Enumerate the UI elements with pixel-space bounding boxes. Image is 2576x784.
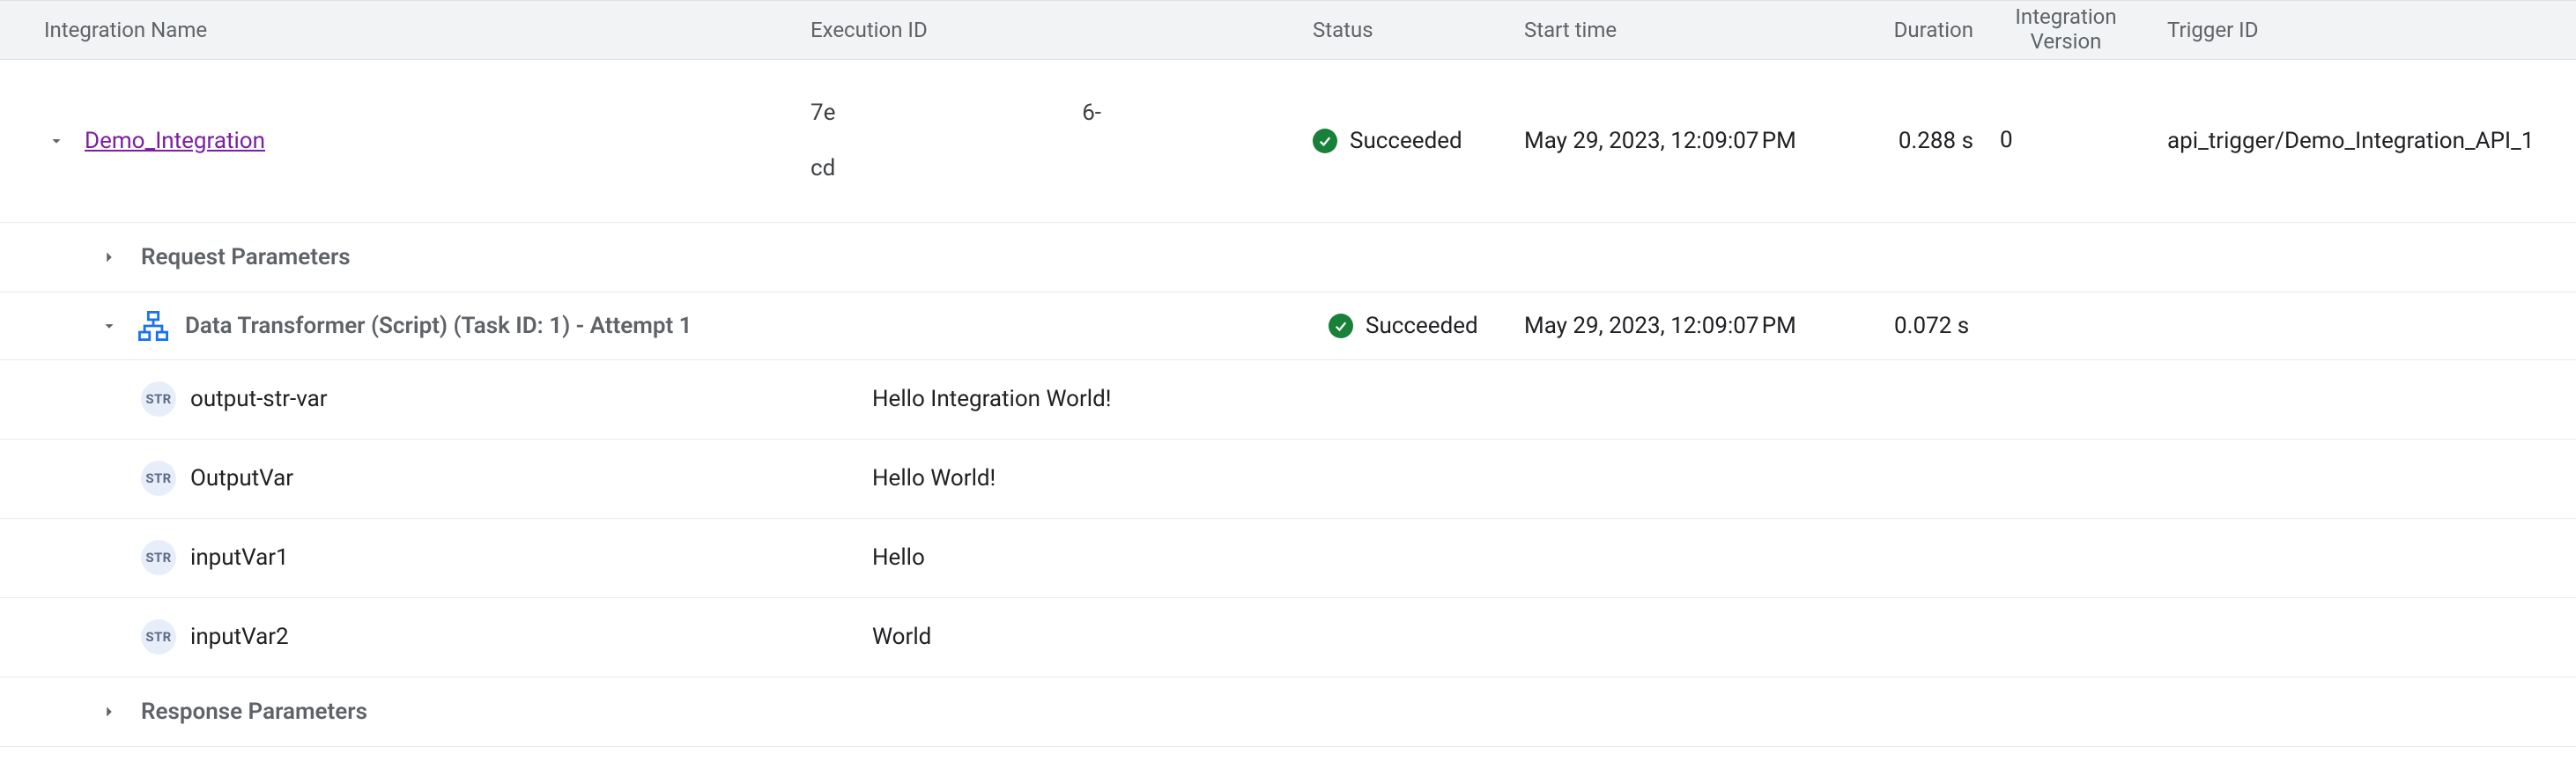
var-name: inputVar1 xyxy=(190,544,289,571)
execution-id-cell: 7e 6- cd xyxy=(811,72,1313,210)
var-value: Hello xyxy=(872,544,2576,571)
task-row: Data Transformer (Script) (Task ID: 1) -… xyxy=(0,292,2576,360)
trigger-cell: api_trigger/Demo_Integration_API_1 xyxy=(2141,128,2576,154)
task-success-icon xyxy=(1329,314,1353,338)
col-header-duration: Duration xyxy=(1850,18,1991,42)
variable-row: STR inputVar2 World xyxy=(0,598,2576,677)
var-type-badge: STR xyxy=(141,381,176,417)
data-transformer-icon xyxy=(137,310,169,342)
var-value: Hello World! xyxy=(872,465,2576,492)
var-type-badge: STR xyxy=(141,461,176,496)
table-header: Integration Name Execution ID Status Sta… xyxy=(0,0,2576,60)
var-value: World xyxy=(872,624,2576,650)
col-header-trigger: Trigger ID xyxy=(2141,18,2576,42)
variable-row: STR OutputVar Hello World! xyxy=(0,440,2576,519)
var-value: Hello Integration World! xyxy=(872,386,2576,412)
execid-frag-3: cd xyxy=(811,155,835,181)
request-params-label: Request Parameters xyxy=(141,244,351,270)
var-name: inputVar2 xyxy=(190,624,289,650)
request-params-row: Request Parameters xyxy=(0,223,2576,292)
execid-frag-1: 7e xyxy=(811,100,835,127)
col-header-status: Status xyxy=(1313,18,1524,42)
integration-link[interactable]: Demo_Integration xyxy=(85,128,265,154)
expand-response-icon[interactable] xyxy=(97,699,122,724)
task-status-text: Succeeded xyxy=(1366,313,1478,339)
task-name: Data Transformer (Script) (Task ID: 1) -… xyxy=(185,313,692,339)
expand-request-icon[interactable] xyxy=(97,245,122,270)
col-header-version: Integration Version xyxy=(1991,5,2141,54)
variable-row: STR output-str-var Hello Integration World… xyxy=(0,360,2576,440)
var-name: output-str-var xyxy=(190,386,328,412)
var-name: OutputVar xyxy=(190,465,293,492)
col-header-name: Integration Name xyxy=(44,18,811,42)
success-icon xyxy=(1313,129,1337,153)
execid-frag-2: 6- xyxy=(1082,100,1101,127)
var-type-badge: STR xyxy=(141,619,176,655)
col-header-start: Start time xyxy=(1524,18,1850,42)
status-text: Succeeded xyxy=(1350,128,1462,154)
version-cell: 0 xyxy=(1991,128,2141,154)
response-params-label: Response Parameters xyxy=(141,699,367,725)
duration-cell: 0.288 s xyxy=(1850,128,1991,154)
expand-integration-icon[interactable] xyxy=(44,129,69,153)
response-params-row: Response Parameters xyxy=(0,677,2576,747)
task-start-cell: May 29, 2023, 12:09:07 PM xyxy=(1524,313,1868,339)
task-duration-cell: 0.072 s xyxy=(1868,313,2009,339)
start-time-cell: May 29, 2023, 12:09:07 PM xyxy=(1524,128,1850,154)
expand-task-icon[interactable] xyxy=(97,314,122,338)
integration-row: Demo_Integration 7e 6- cd Succeeded May … xyxy=(0,60,2576,223)
variable-row: STR inputVar1 Hello xyxy=(0,519,2576,598)
var-type-badge: STR xyxy=(141,540,176,575)
col-header-execid: Execution ID xyxy=(811,18,1313,42)
